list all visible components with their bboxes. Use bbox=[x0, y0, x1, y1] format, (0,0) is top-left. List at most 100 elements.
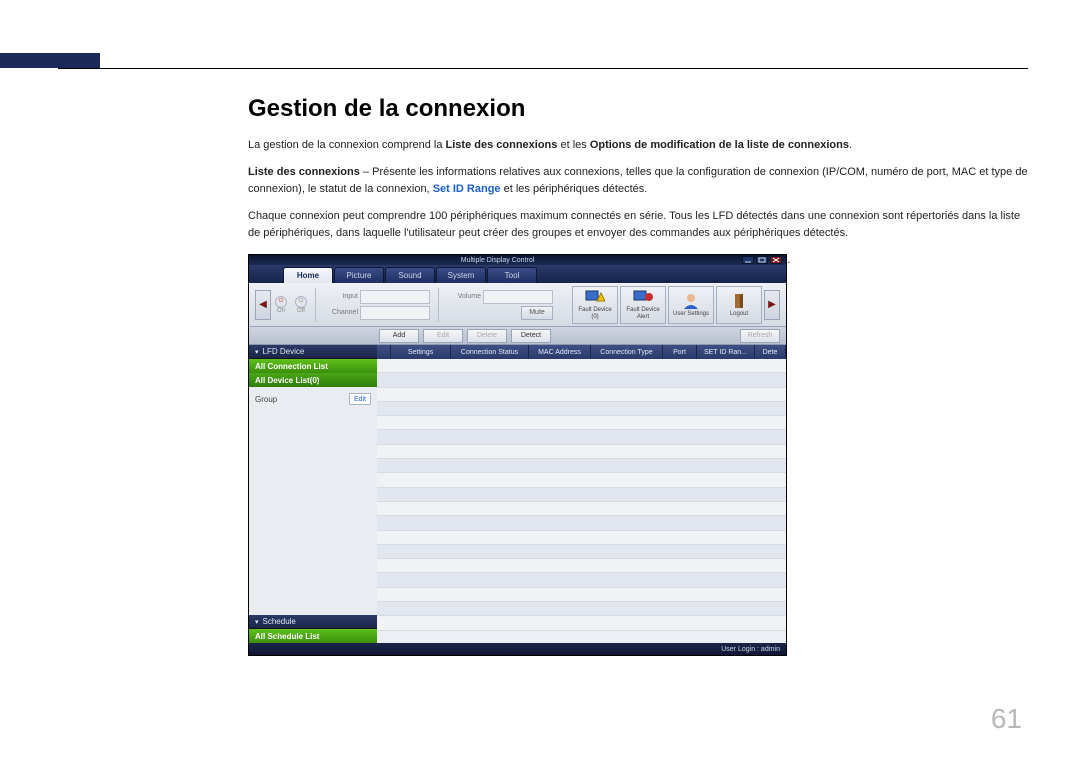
app-title: Multiple Display Control bbox=[461, 257, 535, 264]
volume-field[interactable] bbox=[483, 290, 553, 304]
t: LFD Device bbox=[263, 347, 305, 356]
page-number: 61 bbox=[991, 703, 1022, 735]
tab-strip: Home Picture Sound System Tool bbox=[249, 265, 786, 283]
doc-top-rule bbox=[58, 68, 1028, 69]
group-row: Group Edit bbox=[255, 393, 371, 405]
t: Liste des connexions bbox=[446, 139, 558, 151]
grid-header-mac[interactable]: MAC Address bbox=[529, 345, 591, 359]
table-row bbox=[377, 359, 786, 373]
separator bbox=[315, 288, 316, 322]
label-channel: Channel bbox=[324, 309, 358, 316]
edit-button[interactable]: Edit bbox=[423, 329, 463, 343]
grid-body bbox=[377, 359, 786, 643]
t: User Settings bbox=[673, 311, 709, 318]
door-icon bbox=[729, 292, 749, 310]
sidebar-header-lfd[interactable]: ▾LFD Device bbox=[249, 345, 377, 359]
detect-button[interactable]: Detect bbox=[511, 329, 551, 343]
fault-alert-button[interactable]: Fault Device Alert bbox=[620, 286, 666, 324]
sidebar-header-schedule[interactable]: ▾ Schedule bbox=[249, 615, 377, 629]
para-3: Chaque connexion peut comprendre 100 pér… bbox=[248, 208, 1028, 242]
list-toolbar: Add Edit Delete Detect Refresh bbox=[249, 327, 786, 345]
table-row bbox=[377, 531, 786, 545]
sidebar-item-all-schedule[interactable]: All Schedule List bbox=[249, 629, 377, 643]
connection-grid: Settings Connection Status MAC Address C… bbox=[377, 345, 786, 643]
table-row bbox=[377, 416, 786, 430]
tab-system[interactable]: System bbox=[436, 267, 486, 283]
tab-tool[interactable]: Tool bbox=[487, 267, 537, 283]
grid-header-type[interactable]: Connection Type bbox=[591, 345, 663, 359]
channel-select[interactable] bbox=[360, 306, 430, 320]
title-bar: Multiple Display Control bbox=[249, 255, 786, 265]
grid-header-setid[interactable]: SET ID Ran... bbox=[697, 345, 755, 359]
tab-sound[interactable]: Sound bbox=[385, 267, 435, 283]
table-row bbox=[377, 473, 786, 487]
monitor-warning-icon bbox=[585, 288, 605, 306]
fault-device-button[interactable]: Fault Device (0) bbox=[572, 286, 618, 324]
close-icon[interactable] bbox=[770, 256, 782, 264]
t: On bbox=[277, 308, 285, 314]
t: Liste des connexions bbox=[248, 166, 360, 178]
label-volume: Volume bbox=[447, 293, 481, 300]
doc-side-accent bbox=[0, 53, 100, 68]
sidebar-item-all-connection[interactable]: All Connection List bbox=[249, 359, 377, 373]
add-button[interactable]: Add bbox=[379, 329, 419, 343]
table-row bbox=[377, 602, 786, 616]
tab-home[interactable]: Home bbox=[283, 267, 333, 283]
minimize-icon[interactable] bbox=[742, 256, 754, 264]
table-row bbox=[377, 559, 786, 573]
grid-header-checkbox[interactable] bbox=[377, 345, 391, 359]
maximize-icon[interactable] bbox=[756, 256, 768, 264]
status-bar: User Login : admin bbox=[249, 643, 786, 655]
user-settings-button[interactable]: User Settings bbox=[668, 286, 714, 324]
app-screenshot: Multiple Display Control Home Picture So… bbox=[248, 254, 787, 656]
table-row bbox=[377, 459, 786, 473]
logout-button[interactable]: Logout bbox=[716, 286, 762, 324]
power-on-button[interactable]: ⏻On bbox=[272, 292, 290, 318]
t: Fault Device (0) bbox=[574, 307, 616, 320]
sidebar-body: Group Edit bbox=[249, 387, 377, 615]
refresh-button[interactable]: Refresh bbox=[740, 329, 780, 343]
mute-button[interactable]: Mute bbox=[521, 306, 553, 320]
grid-header-row: Settings Connection Status MAC Address C… bbox=[377, 345, 786, 359]
status-text: User Login : admin bbox=[721, 646, 780, 653]
grid-header-dete[interactable]: Dete bbox=[755, 345, 786, 359]
separator bbox=[438, 288, 439, 322]
t: Off bbox=[297, 308, 305, 314]
para-2: Liste des connexions – Présente les info… bbox=[248, 164, 1028, 198]
delete-button[interactable]: Delete bbox=[467, 329, 507, 343]
t: Set ID Range bbox=[433, 183, 501, 195]
nav-prev-icon[interactable]: ◀ bbox=[255, 290, 271, 320]
table-row bbox=[377, 516, 786, 530]
user-icon bbox=[681, 292, 701, 310]
table-row bbox=[377, 430, 786, 444]
monitor-alert-icon bbox=[633, 288, 653, 306]
table-row bbox=[377, 373, 786, 387]
grid-header-port[interactable]: Port bbox=[663, 345, 697, 359]
t: Fault Device Alert bbox=[622, 307, 664, 320]
power-off-button[interactable]: ⏻Off bbox=[292, 292, 310, 318]
table-row bbox=[377, 388, 786, 402]
table-row bbox=[377, 502, 786, 516]
input-select[interactable] bbox=[360, 290, 430, 304]
sidebar-item-all-device[interactable]: All Device List(0) bbox=[249, 373, 377, 387]
para-1: La gestion de la connexion comprend la L… bbox=[248, 137, 1028, 154]
disclosure-down-icon: ▾ bbox=[255, 618, 259, 626]
grid-header-settings[interactable]: Settings bbox=[391, 345, 451, 359]
t: Logout bbox=[730, 311, 748, 318]
nav-next-icon[interactable]: ▶ bbox=[764, 290, 780, 320]
t: Schedule bbox=[263, 617, 296, 626]
page-title: Gestion de la connexion bbox=[248, 95, 1028, 123]
tab-picture[interactable]: Picture bbox=[334, 267, 384, 283]
t: et les bbox=[557, 139, 589, 151]
t: Options de modification de la liste de c… bbox=[590, 139, 849, 151]
table-row bbox=[377, 616, 786, 630]
grid-header-status[interactable]: Connection Status bbox=[451, 345, 529, 359]
t: La gestion de la connexion comprend la bbox=[248, 139, 446, 151]
sidebar: ▾LFD Device All Connection List All Devi… bbox=[249, 345, 377, 643]
table-row bbox=[377, 445, 786, 459]
label-input: Input bbox=[324, 293, 358, 300]
group-edit-button[interactable]: Edit bbox=[349, 393, 371, 405]
table-row bbox=[377, 488, 786, 502]
ribbon: ◀ ⏻On ⏻Off Input Channel Volume Mute Fau… bbox=[249, 283, 786, 327]
table-row bbox=[377, 402, 786, 416]
